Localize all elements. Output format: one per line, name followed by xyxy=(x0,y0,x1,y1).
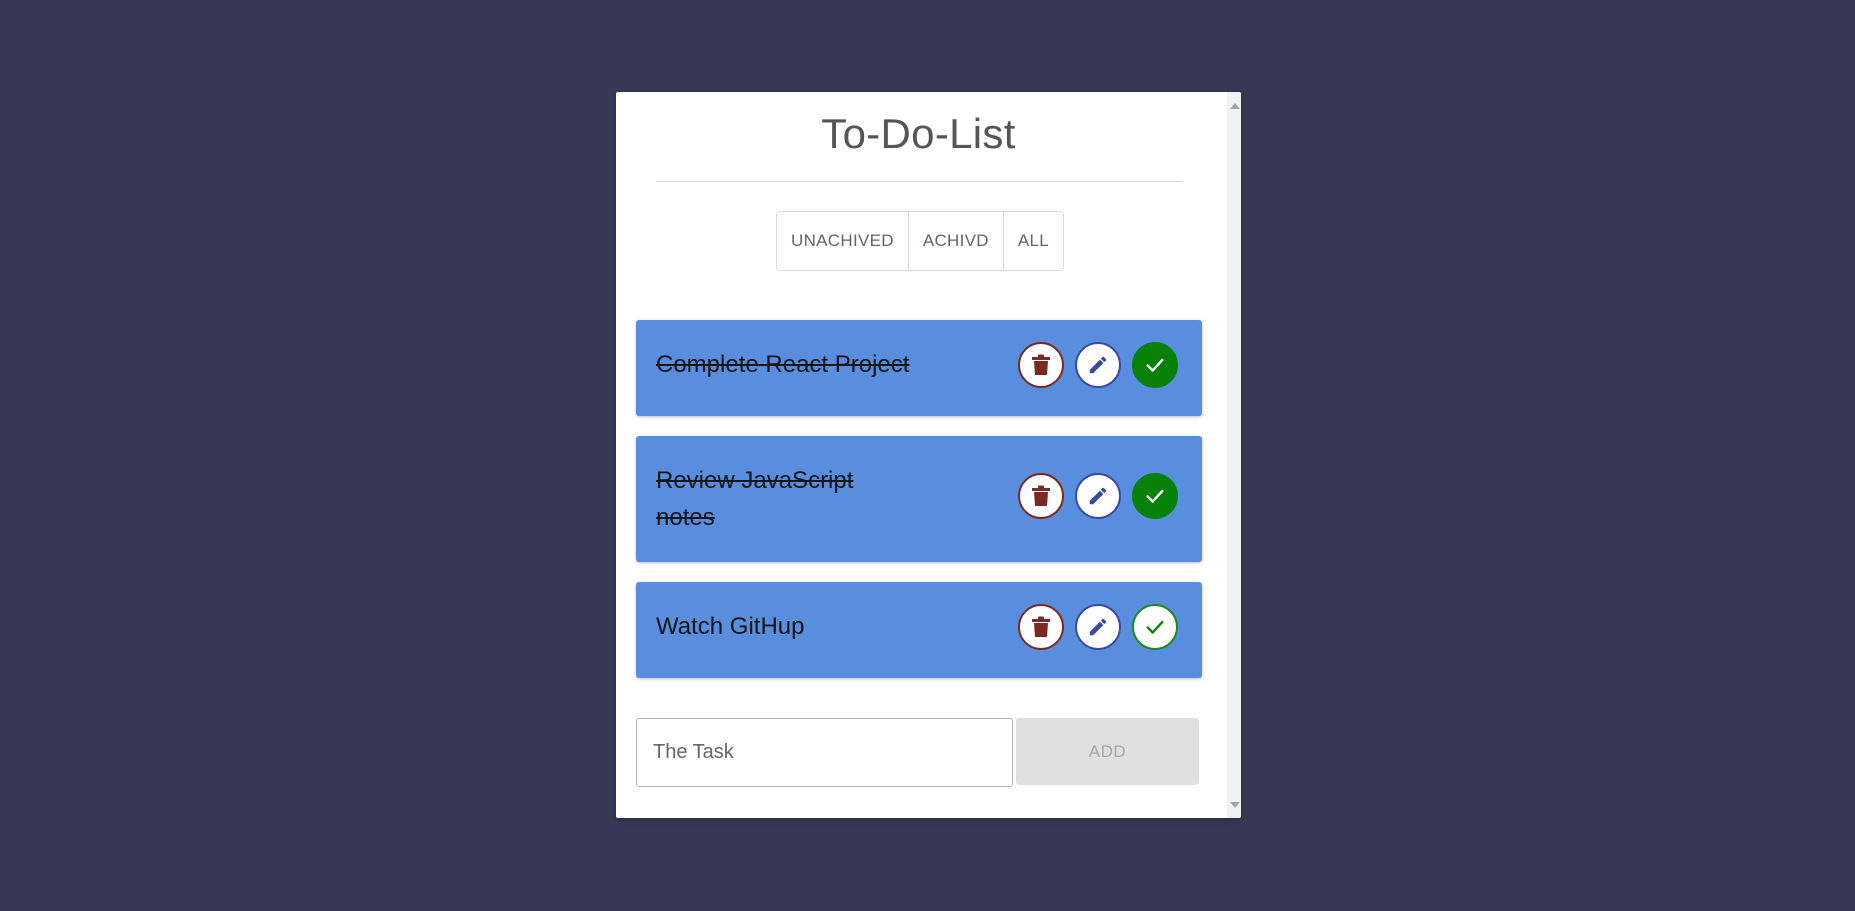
task-actions xyxy=(1018,473,1178,519)
task-item: Watch GitHup xyxy=(636,582,1202,678)
check-icon xyxy=(1146,620,1164,634)
task-item: Complete React Project xyxy=(636,320,1202,416)
scrollbar[interactable] xyxy=(1227,92,1241,818)
trash-icon xyxy=(1032,616,1050,637)
delete-button[interactable] xyxy=(1018,342,1064,388)
task-item: Review JavaScript notes xyxy=(636,436,1202,562)
scroll-down-arrow-icon[interactable] xyxy=(1230,802,1240,808)
edit-button[interactable] xyxy=(1075,342,1121,388)
page-title: To-Do-List xyxy=(821,110,1016,157)
add-task-form: ADD xyxy=(636,718,1199,787)
task-input[interactable] xyxy=(636,718,1013,787)
filter-achieved-button[interactable]: ACHIVD xyxy=(908,212,1004,270)
title-divider xyxy=(656,181,1182,182)
complete-toggle-button[interactable] xyxy=(1132,342,1178,388)
task-actions xyxy=(1018,604,1178,650)
scroll-up-arrow-icon[interactable] xyxy=(1230,103,1240,109)
delete-button[interactable] xyxy=(1018,473,1064,519)
trash-icon xyxy=(1032,354,1050,375)
filter-all-button[interactable]: ALL xyxy=(1003,212,1064,270)
add-button[interactable]: ADD xyxy=(1016,718,1199,785)
pencil-icon xyxy=(1089,618,1107,636)
pencil-icon xyxy=(1089,356,1107,374)
filter-button-group: UNACHIVED ACHIVD ALL xyxy=(776,211,1065,271)
task-text: Review JavaScript notes xyxy=(656,467,854,531)
filter-unachieved-button[interactable]: UNACHIVED xyxy=(777,212,909,270)
todo-card: To-Do-List UNACHIVED ACHIVD ALL Complete… xyxy=(616,92,1241,818)
edit-button[interactable] xyxy=(1075,473,1121,519)
check-icon xyxy=(1146,358,1164,372)
todo-content: To-Do-List UNACHIVED ACHIVD ALL Complete… xyxy=(616,92,1227,818)
check-icon xyxy=(1146,489,1164,503)
task-text: Watch GitHup xyxy=(656,613,805,640)
trash-icon xyxy=(1032,485,1050,506)
task-text: Complete React Project xyxy=(656,351,910,378)
complete-toggle-button[interactable] xyxy=(1132,604,1178,650)
complete-toggle-button[interactable] xyxy=(1132,473,1178,519)
pencil-icon xyxy=(1089,487,1107,505)
edit-button[interactable] xyxy=(1075,604,1121,650)
task-actions xyxy=(1018,342,1178,388)
delete-button[interactable] xyxy=(1018,604,1064,650)
